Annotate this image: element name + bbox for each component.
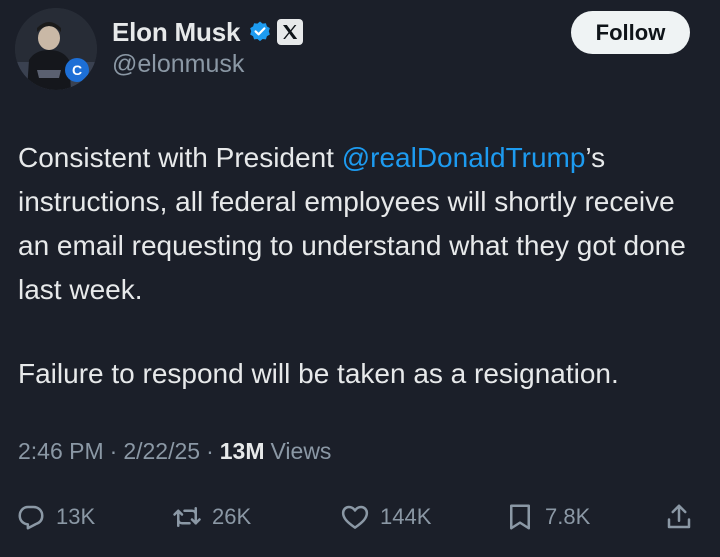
verified-badge-icon <box>248 20 272 44</box>
avatar[interactable]: C <box>15 8 97 90</box>
bookmark-count: 7.8K <box>545 504 591 529</box>
bookmark-button[interactable]: 7.8K <box>505 495 590 539</box>
reply-icon <box>18 505 44 530</box>
author-name-row: Elon Musk <box>112 16 304 48</box>
heart-icon <box>341 505 369 529</box>
action-bar: 13K 26K 144K 7.8K <box>0 495 720 539</box>
share-button[interactable] <box>664 495 694 539</box>
reply-count: 13K <box>56 504 96 529</box>
meta-separator: · <box>206 438 214 464</box>
share-icon <box>667 504 691 529</box>
follow-button[interactable]: Follow <box>571 11 690 54</box>
tweet-text-before-mention: Consistent with President <box>18 142 342 173</box>
tweet-paragraph-1: Consistent with President @realDonaldTru… <box>18 136 708 312</box>
author-display-name[interactable]: Elon Musk <box>112 17 240 48</box>
tweet-text: Consistent with President @realDonaldTru… <box>18 136 708 396</box>
tweet-meta: 2:46 PM · 2/22/25 · 13M Views <box>18 438 331 465</box>
tweet-date[interactable]: 2/22/25 <box>123 438 200 465</box>
author-handle[interactable]: @elonmusk <box>112 50 244 79</box>
repost-icon <box>173 507 201 527</box>
avatar-image: C <box>15 8 97 90</box>
views-count: 13M <box>219 438 265 464</box>
repost-button[interactable]: 26K <box>172 495 251 539</box>
repost-count: 26K <box>212 504 252 529</box>
like-count: 144K <box>380 504 432 529</box>
views-label: Views <box>270 438 332 464</box>
tweet-paragraph-2: Failure to respond will be taken as a re… <box>18 358 619 389</box>
x-logo-icon <box>277 19 304 45</box>
tweet-time[interactable]: 2:46 PM <box>18 438 104 465</box>
meta-separator: · <box>109 438 118 464</box>
reply-button[interactable]: 13K <box>16 495 95 539</box>
bookmark-icon <box>510 504 530 530</box>
svg-text:C: C <box>72 62 82 78</box>
mention-link[interactable]: @realDonaldTrump <box>342 142 586 173</box>
like-button[interactable]: 144K <box>340 495 431 539</box>
tweet-card: C Elon Musk @elonmusk Follow Consistent … <box>0 0 720 557</box>
